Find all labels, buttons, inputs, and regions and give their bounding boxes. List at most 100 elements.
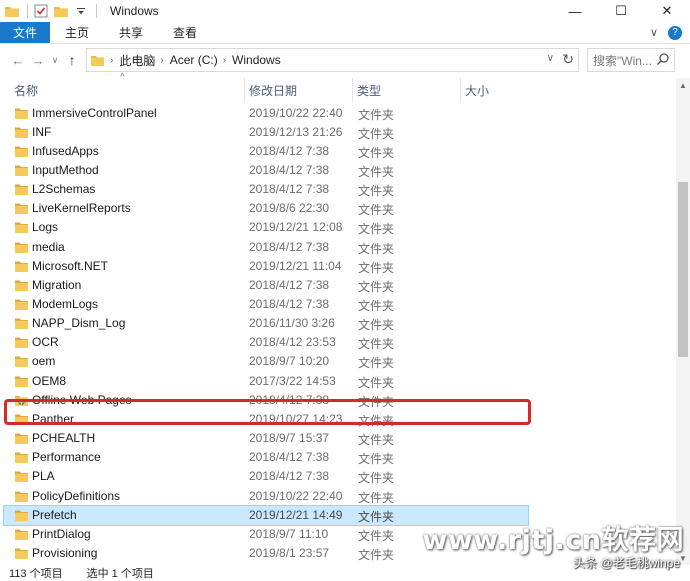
column-type[interactable]: 类型	[352, 78, 381, 102]
file-type: 文件夹	[358, 164, 395, 179]
scroll-up-arrow-icon[interactable]: ▲	[676, 78, 690, 92]
file-row[interactable]: PCHEALTH 2018/9/7 15:37 文件夹	[4, 429, 528, 448]
tab-share[interactable]: 共享	[104, 22, 158, 43]
file-date-modified: 2019/12/21 14:49	[249, 507, 343, 522]
file-date-modified: 2018/4/12 7:38	[249, 143, 330, 158]
file-row[interactable]: OEM8 2017/3/22 14:53 文件夹	[4, 372, 528, 391]
file-row[interactable]: OCR 2018/4/12 23:53 文件夹	[4, 333, 528, 352]
file-row[interactable]: InfusedApps 2018/4/12 7:38 文件夹	[4, 142, 528, 161]
scrollbar-thumb[interactable]	[678, 182, 688, 357]
file-row[interactable]: Prefetch 2019/12/21 14:49 文件夹	[3, 504, 529, 526]
refresh-icon[interactable]: ↻	[562, 51, 574, 68]
file-name: L2Schemas	[32, 182, 96, 197]
expand-ribbon-icon[interactable]: ∨	[650, 26, 658, 39]
file-date-modified: 2018/4/12 7:38	[249, 450, 330, 465]
breadcrumb-windows[interactable]: › Windows	[223, 53, 281, 67]
file-row[interactable]: ModemLogs 2018/4/12 7:38 文件夹	[4, 295, 528, 314]
file-row[interactable]: media 2018/4/12 7:38 文件夹	[4, 238, 528, 257]
file-row[interactable]: L2Schemas 2018/4/12 7:38 文件夹	[4, 180, 528, 199]
file-type: 文件夹	[358, 356, 395, 371]
column-header: ^ 名称 修改日期 类型 大小	[0, 72, 676, 102]
folder-icon	[15, 413, 28, 425]
file-row[interactable]: InputMethod 2018/4/12 7:38 文件夹	[4, 161, 528, 180]
back-button[interactable]: ←	[8, 48, 28, 72]
tab-view[interactable]: 查看	[158, 22, 212, 43]
file-row[interactable]: PolicyDefinitions 2019/10/22 22:40 文件夹	[4, 487, 528, 506]
tab-file[interactable]: 文件	[0, 22, 51, 43]
offline-web-pages-icon	[15, 394, 28, 406]
file-name: InfusedApps	[32, 143, 99, 158]
folder-icon	[15, 509, 28, 521]
file-type: 文件夹	[358, 413, 395, 428]
up-button[interactable]: ↑	[62, 48, 82, 72]
file-name: Prefetch	[32, 507, 77, 522]
tab-home[interactable]: 主页	[50, 22, 104, 43]
breadcrumb-this-pc[interactable]: › 此电脑	[110, 52, 155, 69]
chevron-right-icon: ›	[160, 54, 164, 66]
folder-icon	[15, 317, 28, 330]
file-list: ImmersiveControlPanel 2019/10/22 22:40 文件夹…	[0, 103, 676, 563]
column-name[interactable]: 名称	[14, 78, 38, 102]
file-row[interactable]: LiveKernelReports 2019/8/6 22:30 文件夹	[4, 199, 528, 218]
folder-icon	[15, 221, 28, 234]
quick-access-toolbar	[0, 0, 102, 22]
folder-icon	[15, 145, 28, 157]
customize-toolbar-icon[interactable]	[73, 3, 89, 19]
maximize-button[interactable]: ☐	[598, 0, 644, 22]
folder-icon[interactable]	[4, 3, 20, 19]
file-row[interactable]: INF 2019/12/13 21:26 文件夹	[4, 123, 528, 142]
selection-count: 选中 1 个项目	[86, 568, 154, 580]
help-icon[interactable]: ?	[668, 25, 682, 40]
file-date-modified: 2018/4/12 7:38	[249, 277, 330, 292]
file-row[interactable]: Migration 2018/4/12 7:38 文件夹	[4, 276, 528, 295]
file-name: PrintDialog	[32, 526, 91, 541]
file-type: 文件夹	[358, 509, 395, 524]
folder-icon	[15, 202, 28, 215]
file-row[interactable]: ImmersiveControlPanel 2019/10/22 22:40 文件夹	[4, 104, 528, 123]
file-row[interactable]: NAPP_Dism_Log 2016/11/30 3:26 文件夹	[4, 314, 528, 333]
file-name: PolicyDefinitions	[32, 488, 121, 503]
file-row[interactable]: Panther 2019/10/27 14:23 文件夹	[4, 410, 528, 429]
file-row[interactable]: Logs 2019/12/21 12:08 文件夹	[4, 218, 528, 237]
new-folder-icon[interactable]	[53, 3, 69, 19]
chevron-right-icon: ›	[222, 54, 227, 66]
recent-locations-button[interactable]: ∨	[48, 48, 62, 72]
breadcrumb-drive-c[interactable]: › Acer (C:)	[160, 53, 217, 67]
scroll-down-arrow-icon[interactable]: ▼	[676, 551, 690, 565]
file-name: PLA	[32, 469, 55, 484]
file-type: 文件夹	[358, 528, 395, 543]
folder-icon	[15, 528, 28, 540]
file-name: Performance	[32, 450, 101, 465]
file-name: Microsoft.NET	[32, 258, 109, 273]
file-row[interactable]: Offline Web Pages 2018/4/12 7:38 文件夹	[4, 391, 528, 410]
folder-icon	[15, 279, 28, 291]
column-size[interactable]: 大小	[460, 78, 489, 102]
file-row[interactable]: PLA 2018/4/12 7:38 文件夹	[4, 467, 528, 486]
file-name: ModemLogs	[32, 297, 99, 311]
search-icon[interactable]	[656, 52, 670, 69]
file-type: 文件夹	[358, 375, 395, 390]
forward-button[interactable]: →	[28, 48, 48, 72]
column-date-modified[interactable]: 修改日期	[244, 78, 297, 102]
file-type: 文件夹	[358, 222, 395, 237]
file-type: 文件夹	[358, 547, 395, 562]
chevron-down-icon[interactable]: ∨	[547, 53, 554, 64]
properties-icon[interactable]	[33, 3, 49, 19]
file-row[interactable]: oem 2018/9/7 10:20 文件夹	[4, 352, 528, 371]
file-row[interactable]: PrintDialog 2018/9/7 11:10 文件夹	[4, 525, 528, 544]
ribbon-tabs: 文件 主页 共享 查看 ∨ ?	[0, 22, 690, 44]
folder-icon	[15, 164, 28, 176]
folder-icon	[15, 470, 28, 483]
file-row[interactable]: Performance 2018/4/12 7:38 文件夹	[4, 448, 528, 467]
close-button[interactable]: ✕	[644, 0, 690, 22]
vertical-scrollbar[interactable]: ▲ ▼	[676, 78, 690, 565]
file-row[interactable]: Provisioning 2019/8/1 23:57 文件夹	[4, 544, 528, 563]
navigation-bar: ← → ∨ ↑ › 此电脑 › Acer (C:) › Windows ∨ ↻ 搜索"…	[0, 44, 690, 76]
file-row[interactable]: Microsoft.NET 2019/12/21 11:04 文件夹	[4, 257, 528, 276]
address-bar[interactable]: › 此电脑 › Acer (C:) › Windows ∨ ↻	[86, 48, 579, 72]
minimize-button[interactable]: —	[552, 0, 598, 22]
file-name: NAPP_Dism_Log	[32, 316, 126, 331]
file-type: 文件夹	[358, 203, 395, 218]
chevron-right-icon: ›	[110, 54, 114, 66]
search-input[interactable]: 搜索"Win...	[587, 48, 675, 72]
